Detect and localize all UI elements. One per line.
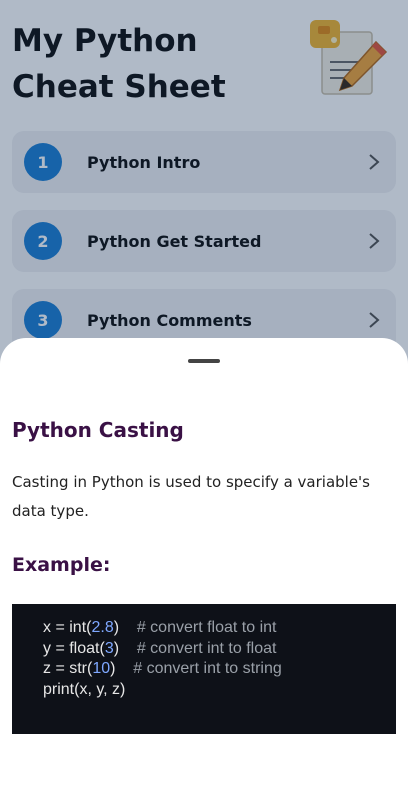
code-comment: # convert int to float [136,639,277,657]
code-text: x = int( [43,619,92,636]
code-line: x = int(2.8) # convert float to int [43,618,396,639]
code-text: ) [113,639,137,657]
code-text: ) [113,619,137,636]
sheet-title: Python Casting [12,418,184,442]
code-text: ) [110,660,134,677]
sheet-drag-handle[interactable] [188,359,220,363]
code-comment: # convert float to int [136,619,277,636]
code-comment: # convert int to string [133,660,282,677]
code-line: print(x, y, z) [43,680,396,701]
code-line: z = str(10) # convert int to string [43,659,396,680]
code-text: y = float( [43,639,105,657]
code-number: 2.8 [91,619,114,636]
sheet-description: Casting in Python is used to specify a v… [12,473,371,520]
code-number: 10 [92,660,111,677]
bottom-sheet: Python Casting Casting in Python is used… [0,338,408,800]
code-text: z = str( [43,660,93,677]
example-heading: Example: [12,554,111,576]
code-line: y = float(3) # convert int to float [43,639,396,660]
code-number: 3 [104,639,114,657]
code-block: x = int(2.8) # convert float to int y = … [12,604,396,734]
code-text: print(x, y, z) [43,680,126,698]
